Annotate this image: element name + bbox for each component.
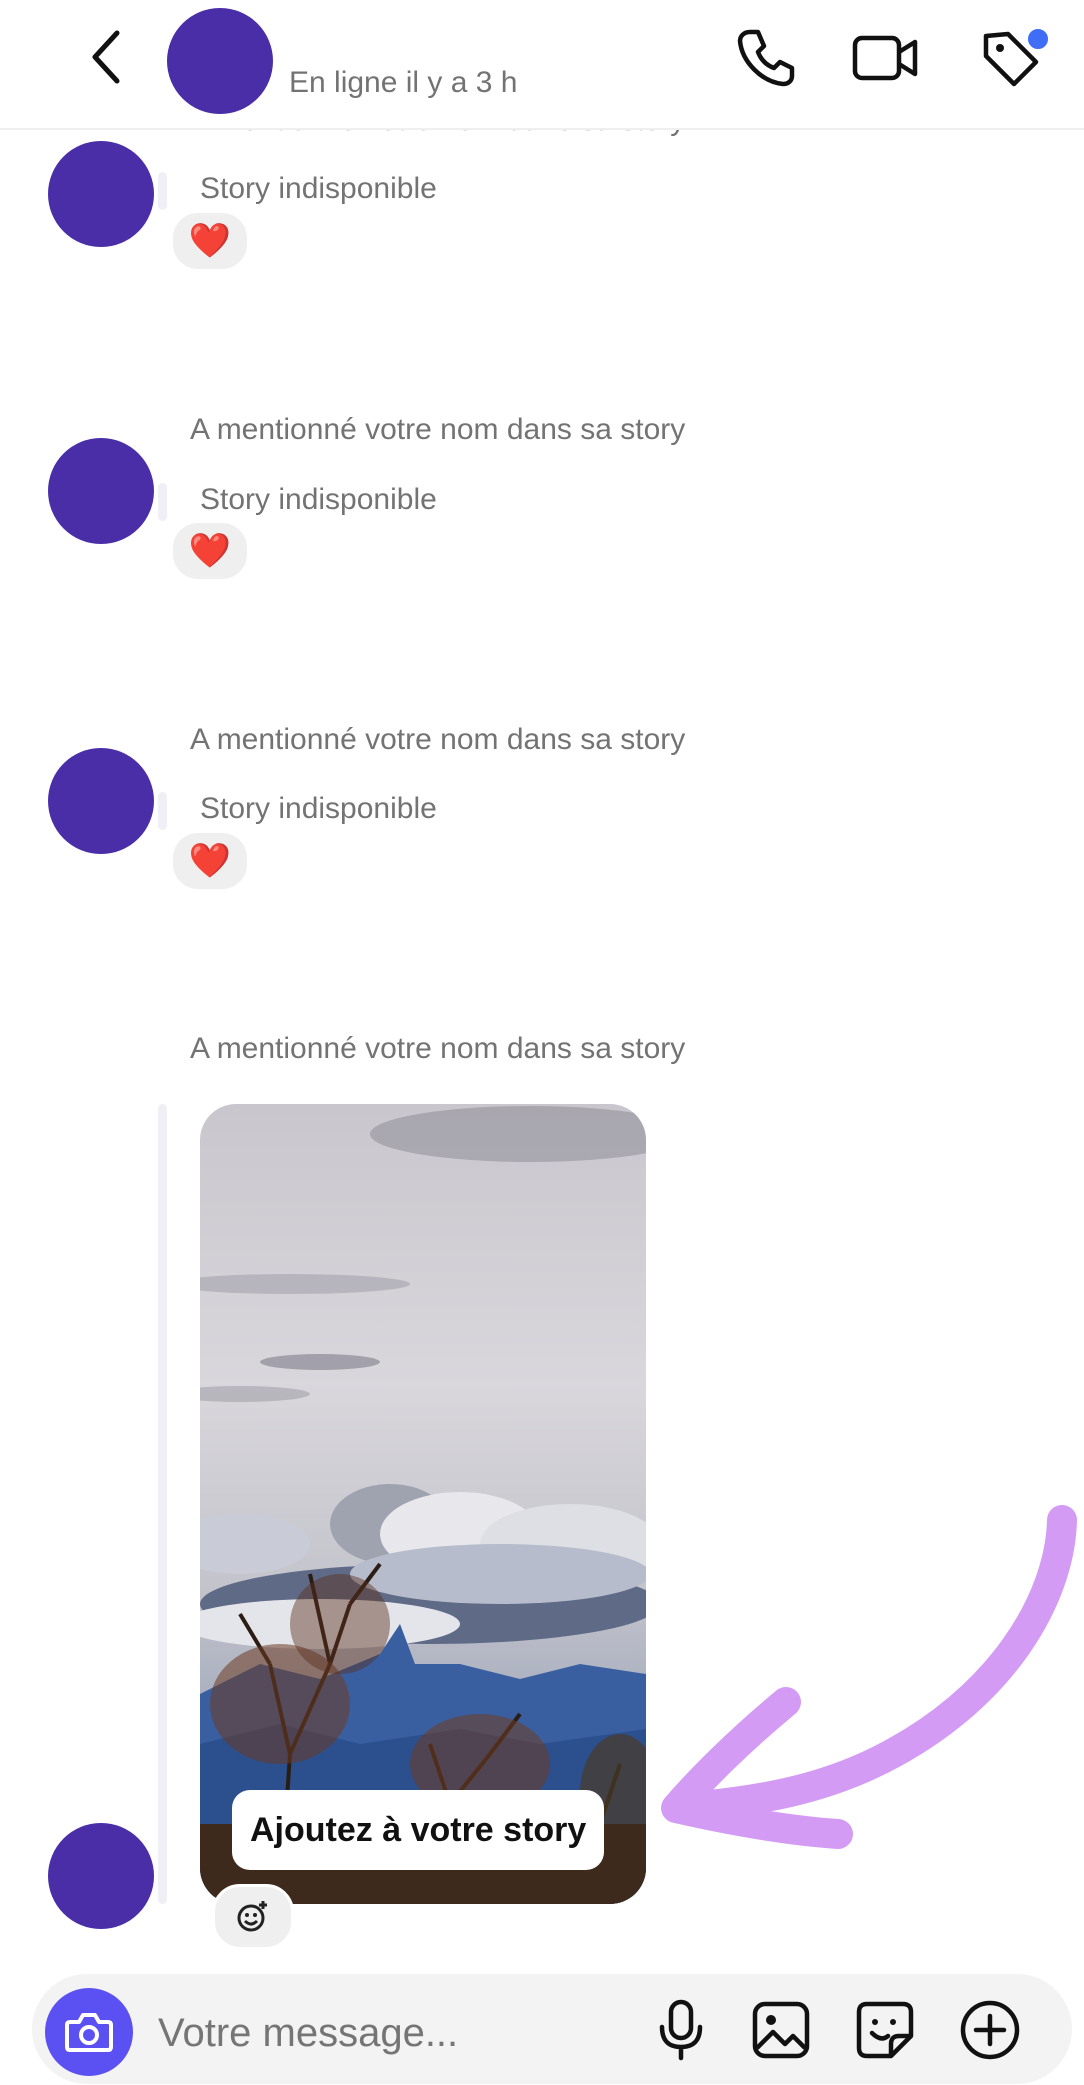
phone-icon[interactable] xyxy=(726,18,806,98)
mention-text: A mentionné votre nom dans sa story xyxy=(190,413,686,446)
chat-header: En ligne il y a 3 h xyxy=(0,0,1084,130)
story-unavailable-text: Story indisponible xyxy=(200,172,437,205)
heart-icon: ❤️ xyxy=(188,222,232,260)
reply-bar xyxy=(158,792,167,830)
heart-reaction[interactable]: ❤️ xyxy=(170,520,250,582)
video-icon[interactable] xyxy=(846,18,926,98)
add-reaction-button[interactable] xyxy=(212,1884,294,1950)
mention-text: A mentionné votre nom dans sa story xyxy=(190,1032,686,1065)
online-status: En ligne il y a 3 h xyxy=(289,66,518,99)
heart-icon: ❤️ xyxy=(188,532,232,570)
camera-icon xyxy=(65,2013,113,2052)
sticker-icon[interactable] xyxy=(850,1995,920,2065)
add-to-story-label[interactable]: Ajoutez à votre story xyxy=(232,1790,605,1870)
story-preview[interactable] xyxy=(200,1104,646,1904)
story-unavailable-text: Story indisponible xyxy=(200,792,437,825)
story-unavailable-text: Story indisponible xyxy=(200,483,437,516)
heart-reaction[interactable]: ❤️ xyxy=(170,830,250,892)
reply-bar xyxy=(158,172,167,210)
sender-avatar[interactable] xyxy=(48,748,154,854)
heart-reaction[interactable]: ❤️ xyxy=(170,210,250,272)
plus-icon[interactable] xyxy=(955,1995,1025,2065)
microphone-icon[interactable] xyxy=(646,1995,716,2065)
story-image xyxy=(200,1104,646,1904)
reply-bar xyxy=(158,483,167,521)
contact-avatar[interactable] xyxy=(167,8,273,114)
sender-avatar[interactable] xyxy=(48,1823,154,1929)
camera-button[interactable] xyxy=(45,1988,133,2076)
back-arrow-icon[interactable] xyxy=(70,22,140,92)
add-reaction-icon xyxy=(237,1901,267,1932)
message-input[interactable] xyxy=(158,2008,618,2058)
reply-bar xyxy=(158,1104,167,1904)
image-icon[interactable] xyxy=(746,1995,816,2065)
sender-avatar[interactable] xyxy=(48,141,154,247)
sender-avatar[interactable] xyxy=(48,438,154,544)
heart-icon: ❤️ xyxy=(188,842,232,880)
mention-text: A mentionné votre nom dans sa story xyxy=(190,723,686,756)
notification-badge xyxy=(1026,27,1050,51)
